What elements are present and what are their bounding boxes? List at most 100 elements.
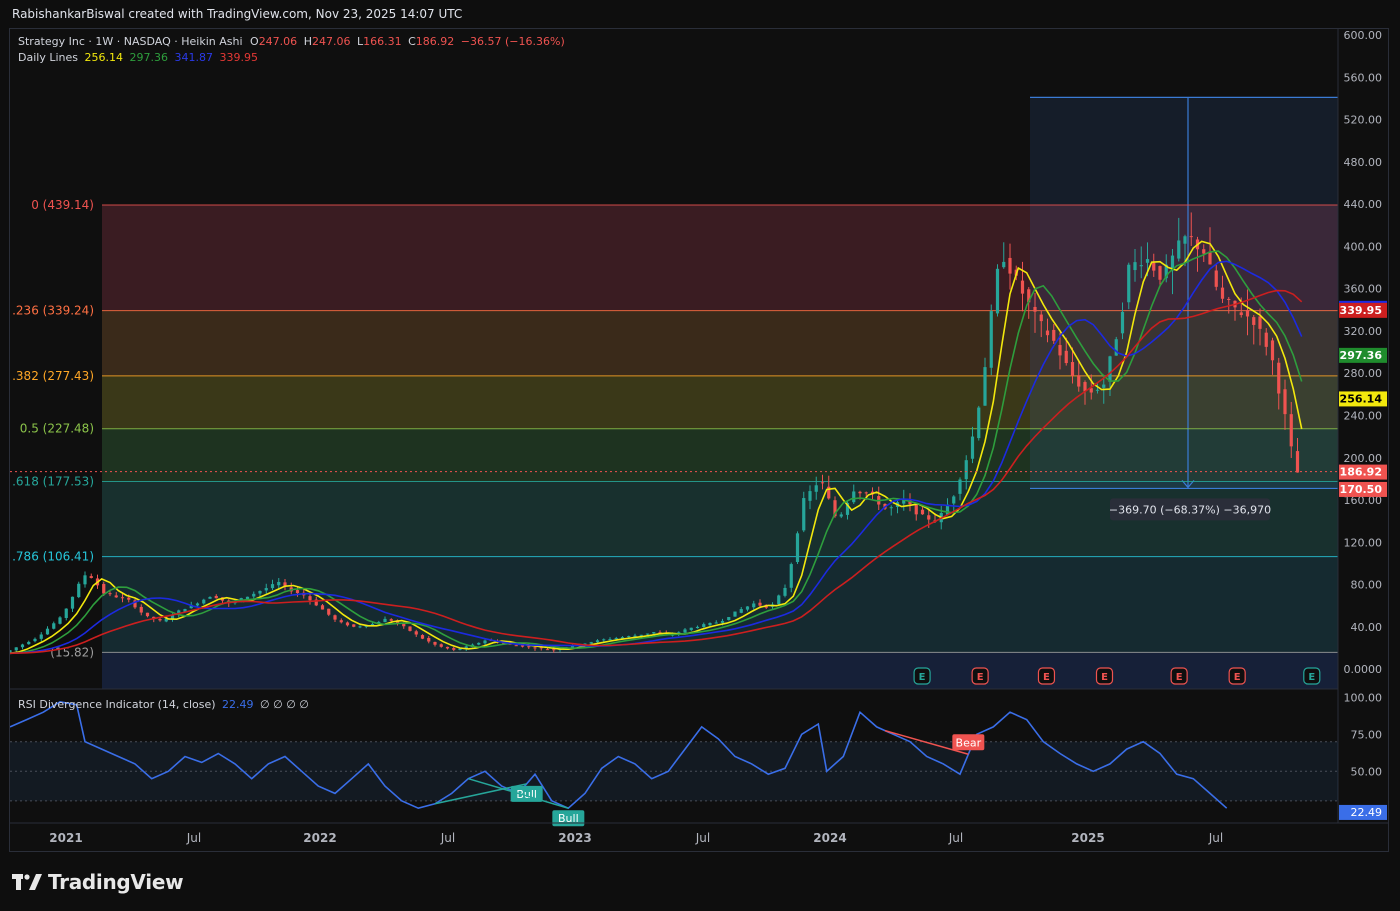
candle-body bbox=[439, 644, 443, 647]
candle-body bbox=[789, 564, 793, 588]
candle bbox=[352, 624, 356, 628]
time-tick-label: 2023 bbox=[558, 831, 591, 845]
divergence-badge-label: Bear bbox=[956, 736, 982, 749]
candle-body bbox=[758, 602, 762, 606]
daily-lines-legend: Daily Lines 256.14 297.36 341.87 339.95 bbox=[18, 51, 258, 64]
candle-body bbox=[1270, 340, 1275, 361]
price-axis-badge: 339.95 bbox=[1339, 302, 1387, 318]
footer: TradingView bbox=[0, 852, 1400, 911]
candle-body bbox=[1227, 298, 1231, 300]
candle-body bbox=[733, 611, 737, 617]
price-tick-label: 320.00 bbox=[1344, 325, 1383, 338]
candle-body bbox=[39, 634, 43, 639]
earnings-event-icon: E bbox=[1170, 667, 1188, 685]
symbol-title: Strategy Inc · 1W · NASDAQ · Heikin Ashi bbox=[18, 35, 243, 48]
candle-body bbox=[427, 637, 431, 642]
event-badge-label: E bbox=[919, 672, 926, 683]
dl-value-green: 297.36 bbox=[129, 51, 168, 64]
candle-body bbox=[1108, 356, 1112, 382]
candle-body bbox=[333, 615, 337, 620]
candle-body bbox=[1039, 314, 1043, 322]
candle-body bbox=[808, 491, 812, 501]
price-tick-label: 480.00 bbox=[1344, 156, 1383, 169]
candle-body bbox=[270, 584, 275, 589]
candle-body bbox=[708, 622, 712, 626]
candle-body bbox=[1245, 309, 1250, 317]
candle-body bbox=[1295, 451, 1300, 473]
candle-body bbox=[20, 644, 25, 648]
rsi-extra: ∅ ∅ ∅ ∅ bbox=[260, 698, 309, 711]
candle-body bbox=[58, 617, 62, 624]
tradingview-logo[interactable]: TradingView bbox=[12, 870, 184, 894]
candle-body bbox=[352, 624, 356, 627]
price-badge-label: 170.50 bbox=[1340, 483, 1383, 496]
low-value: 166.31 bbox=[363, 35, 402, 48]
candle-body bbox=[14, 647, 18, 651]
candle-body bbox=[477, 642, 481, 645]
price-tick-label: 400.00 bbox=[1344, 240, 1383, 253]
rsi-band bbox=[10, 741, 1338, 801]
high-value: 247.06 bbox=[311, 35, 351, 48]
change-value: −36.57 (−16.36%) bbox=[460, 35, 565, 48]
candle-body bbox=[1177, 240, 1181, 259]
earnings-event-icon: E bbox=[971, 667, 989, 685]
candle-body bbox=[64, 608, 68, 618]
candle-body bbox=[345, 622, 350, 626]
price-tick-label: 560.00 bbox=[1344, 71, 1383, 84]
candle-body bbox=[33, 638, 37, 642]
candle-body bbox=[383, 618, 387, 623]
time-tick-label: Jul bbox=[440, 831, 455, 845]
candle-body bbox=[989, 311, 993, 368]
candle-body bbox=[127, 597, 131, 600]
candle bbox=[733, 611, 737, 617]
price-axis-badge: 297.36 bbox=[1339, 347, 1387, 363]
event-badge-label: E bbox=[1308, 672, 1315, 683]
symbol-legend: Strategy Inc · 1W · NASDAQ · Heikin Ashi… bbox=[18, 35, 565, 48]
candle-body bbox=[814, 485, 818, 492]
candle-body bbox=[714, 622, 718, 624]
candle-body bbox=[958, 479, 962, 494]
candle-body bbox=[452, 648, 456, 650]
candle-body bbox=[1183, 236, 1187, 244]
tv-logo-icon bbox=[12, 874, 42, 890]
candle bbox=[727, 616, 731, 621]
candle-body bbox=[702, 624, 706, 627]
candle-body bbox=[320, 605, 325, 610]
price-axis-badge: 186.92 bbox=[1339, 464, 1387, 480]
rsi-tick-label: 100.00 bbox=[1344, 691, 1383, 704]
price-tick-label: 600.00 bbox=[1344, 29, 1383, 42]
candle-body bbox=[45, 628, 50, 635]
candle-body bbox=[533, 647, 537, 649]
candle-body bbox=[1283, 389, 1287, 415]
candle-body bbox=[1120, 311, 1125, 334]
chart-frame[interactable]: −369.70 (−68.37%) −36,970 0 (439.14) .236 … bbox=[9, 28, 1389, 852]
candle-body bbox=[545, 649, 550, 651]
candle-body bbox=[264, 588, 268, 591]
dl-value-blue: 341.87 bbox=[174, 51, 213, 64]
candle-body bbox=[1058, 345, 1062, 356]
candle-body bbox=[1095, 389, 1100, 391]
price-tick-label: 360.00 bbox=[1344, 283, 1383, 296]
candle-body bbox=[202, 599, 206, 604]
price-badge-label: 297.36 bbox=[1340, 349, 1383, 362]
candle-body bbox=[995, 268, 1000, 314]
rsi-tick-label: 50.00 bbox=[1351, 765, 1383, 778]
candle-body bbox=[277, 581, 281, 586]
candle-body bbox=[527, 646, 531, 648]
candle-body bbox=[839, 514, 843, 517]
fib-zone bbox=[102, 556, 1338, 653]
candle-body bbox=[295, 590, 300, 594]
divergence-badge: Bull bbox=[552, 810, 585, 827]
earnings-event-icon: E bbox=[1303, 667, 1321, 685]
candle-body bbox=[595, 640, 600, 643]
candle-body bbox=[52, 623, 56, 629]
divergence-badge: Bear bbox=[952, 734, 985, 751]
candle bbox=[77, 581, 81, 599]
candle-body bbox=[327, 608, 331, 615]
candle-body bbox=[783, 587, 787, 596]
candle-body bbox=[27, 641, 31, 645]
candle-body bbox=[433, 641, 437, 645]
chart-canvas[interactable]: −369.70 (−68.37%) −36,970 0 (439.14) .236 … bbox=[10, 29, 1389, 852]
candle-body bbox=[1239, 312, 1243, 316]
candle-body bbox=[970, 436, 975, 459]
